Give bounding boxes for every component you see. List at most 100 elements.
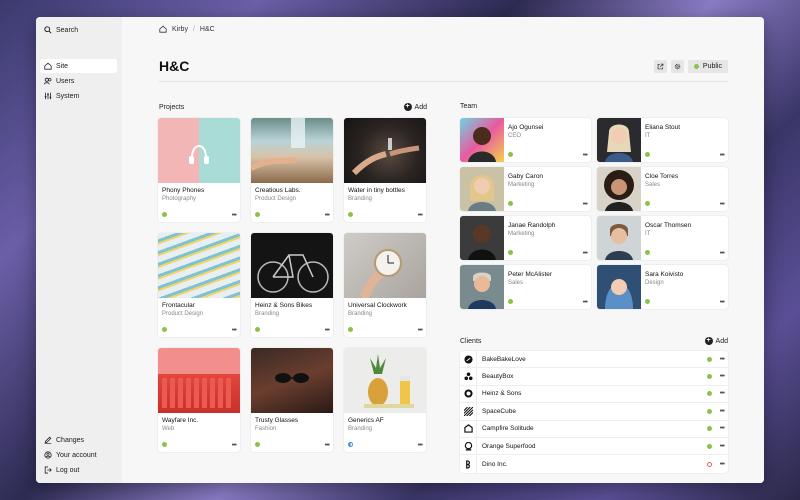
sidebar-item-users[interactable]: Users [40, 74, 117, 88]
sidebar-item-logout[interactable]: Log out [40, 463, 117, 477]
list-item[interactable]: Campfire Solitude ••• [460, 420, 728, 438]
more-options-icon[interactable]: ••• [232, 327, 237, 334]
status-dot[interactable] [508, 250, 513, 255]
more-options-icon[interactable]: ••• [232, 212, 237, 219]
more-options-icon[interactable]: ••• [720, 461, 725, 468]
status-button[interactable]: Public [687, 60, 728, 73]
divider [159, 81, 728, 82]
more-options-icon[interactable]: ••• [720, 356, 725, 363]
more-options-icon[interactable]: ••• [418, 212, 423, 219]
project-thumbnail [158, 118, 240, 183]
project-card[interactable]: Water in tiny bottles Branding ••• [344, 118, 426, 222]
team-member-card[interactable]: Oscar Thomsen IT ••• [597, 216, 728, 260]
more-options-icon[interactable]: ••• [720, 373, 725, 380]
open-button[interactable] [653, 60, 667, 73]
more-options-icon[interactable]: ••• [583, 201, 588, 208]
more-options-icon[interactable]: ••• [325, 442, 330, 449]
more-options-icon[interactable]: ••• [720, 201, 725, 208]
status-dot[interactable] [508, 152, 513, 157]
list-item[interactable]: BakeBakeLove ••• [460, 350, 728, 369]
more-options-icon[interactable]: ••• [418, 442, 423, 449]
status-dot[interactable] [348, 442, 353, 447]
status-dot[interactable] [255, 327, 260, 332]
team-member-card[interactable]: Janae Randolph Marketing ••• [460, 216, 591, 260]
more-options-icon[interactable]: ••• [720, 250, 725, 257]
list-item[interactable]: Orange Superfood ••• [460, 437, 728, 456]
sidebar-item-site[interactable]: Site [40, 59, 117, 73]
breadcrumb-current[interactable]: H&C [200, 26, 215, 33]
plus-icon: + [704, 337, 713, 345]
list-item[interactable]: Heinz & Sons ••• [460, 385, 728, 404]
status-dot[interactable] [645, 152, 650, 157]
status-dot[interactable] [706, 426, 712, 432]
more-options-icon[interactable]: ••• [325, 212, 330, 219]
sidebar-item-changes[interactable]: Changes [40, 433, 117, 447]
sidebar-item-system[interactable]: System [40, 89, 117, 103]
status-dot[interactable] [348, 212, 353, 217]
more-options-icon[interactable]: ••• [720, 408, 725, 415]
project-title: Creatious Labs. [255, 187, 301, 194]
status-dot[interactable] [706, 443, 712, 449]
member-role: CEO [508, 133, 522, 139]
list-item[interactable]: Dino Inc. ••• [460, 455, 728, 473]
project-card[interactable]: Phony Phones Photography ••• [158, 118, 240, 222]
sidebar-item-account[interactable]: Your account [40, 448, 117, 462]
more-options-icon[interactable]: ••• [232, 442, 237, 449]
project-card[interactable]: Generics AF Branding ••• [344, 348, 426, 452]
team-member-card[interactable]: Sara Koivisto Design ••• [597, 265, 728, 309]
more-options-icon[interactable]: ••• [720, 425, 725, 432]
add-client-button[interactable]: + Add [704, 337, 728, 345]
team-member-card[interactable]: Ajo Ogunsei CEO ••• [460, 118, 591, 162]
users-icon [44, 77, 52, 85]
project-subtitle: Branding [348, 196, 373, 202]
status-dot[interactable] [706, 356, 712, 362]
status-dot[interactable] [255, 212, 260, 217]
status-dot[interactable] [706, 408, 712, 414]
project-subtitle: Product Design [162, 311, 204, 317]
breadcrumb-root[interactable]: Kirby [172, 26, 188, 33]
project-card[interactable]: Heinz & Sons Bikes Branding ••• [251, 233, 333, 337]
sidebar-item-label: Changes [56, 436, 85, 444]
status-dot[interactable] [162, 442, 167, 447]
status-dot[interactable] [162, 327, 167, 332]
team-member-card[interactable]: Peter McAlister Sales ••• [460, 265, 591, 309]
status-dot[interactable] [348, 327, 353, 332]
list-item[interactable]: BeautyBox ••• [460, 368, 728, 386]
status-dot[interactable] [706, 461, 712, 467]
more-options-icon[interactable]: ••• [720, 443, 725, 450]
project-card[interactable]: Frontacular Product Design ••• [158, 233, 240, 337]
team-member-card[interactable]: Gaby Caron Marketing ••• [460, 167, 591, 211]
client-name: Heinz & Sons [482, 390, 522, 398]
project-card[interactable]: Wayfare Inc. Web ••• [158, 348, 240, 452]
status-dot[interactable] [255, 442, 260, 447]
project-card[interactable]: Universal Clockwork Branding ••• [344, 233, 426, 337]
team-member-card[interactable]: Eliana Stout IT ••• [597, 118, 728, 162]
clients-header: Clients + Add [460, 337, 728, 345]
more-options-icon[interactable]: ••• [583, 299, 588, 306]
status-dot[interactable] [508, 201, 513, 206]
project-thumbnail [251, 118, 333, 183]
more-options-icon[interactable]: ••• [418, 327, 423, 334]
more-options-icon[interactable]: ••• [720, 299, 725, 306]
team-member-card[interactable]: Cloe Torres Sales ••• [597, 167, 728, 211]
status-dot[interactable] [508, 299, 513, 304]
panel-window: Search Site Users System Changes Your ac… [36, 17, 764, 483]
more-options-icon[interactable]: ••• [583, 250, 588, 257]
search-button[interactable]: Search [40, 23, 117, 37]
list-item[interactable]: SpaceCube ••• [460, 402, 728, 421]
more-options-icon[interactable]: ••• [720, 390, 725, 397]
more-options-icon[interactable]: ••• [720, 152, 725, 159]
status-dot[interactable] [706, 374, 712, 380]
status-dot[interactable] [162, 212, 167, 217]
home-icon[interactable] [159, 25, 167, 33]
add-project-button[interactable]: + Add [403, 103, 427, 111]
status-dot[interactable] [645, 299, 650, 304]
status-dot[interactable] [645, 250, 650, 255]
settings-button[interactable] [670, 60, 684, 73]
status-dot[interactable] [645, 201, 650, 206]
project-card[interactable]: Trusty Glasses Fashion ••• [251, 348, 333, 452]
status-dot[interactable] [706, 391, 712, 397]
more-options-icon[interactable]: ••• [583, 152, 588, 159]
project-card[interactable]: Creatious Labs. Product Design ••• [251, 118, 333, 222]
more-options-icon[interactable]: ••• [325, 327, 330, 334]
